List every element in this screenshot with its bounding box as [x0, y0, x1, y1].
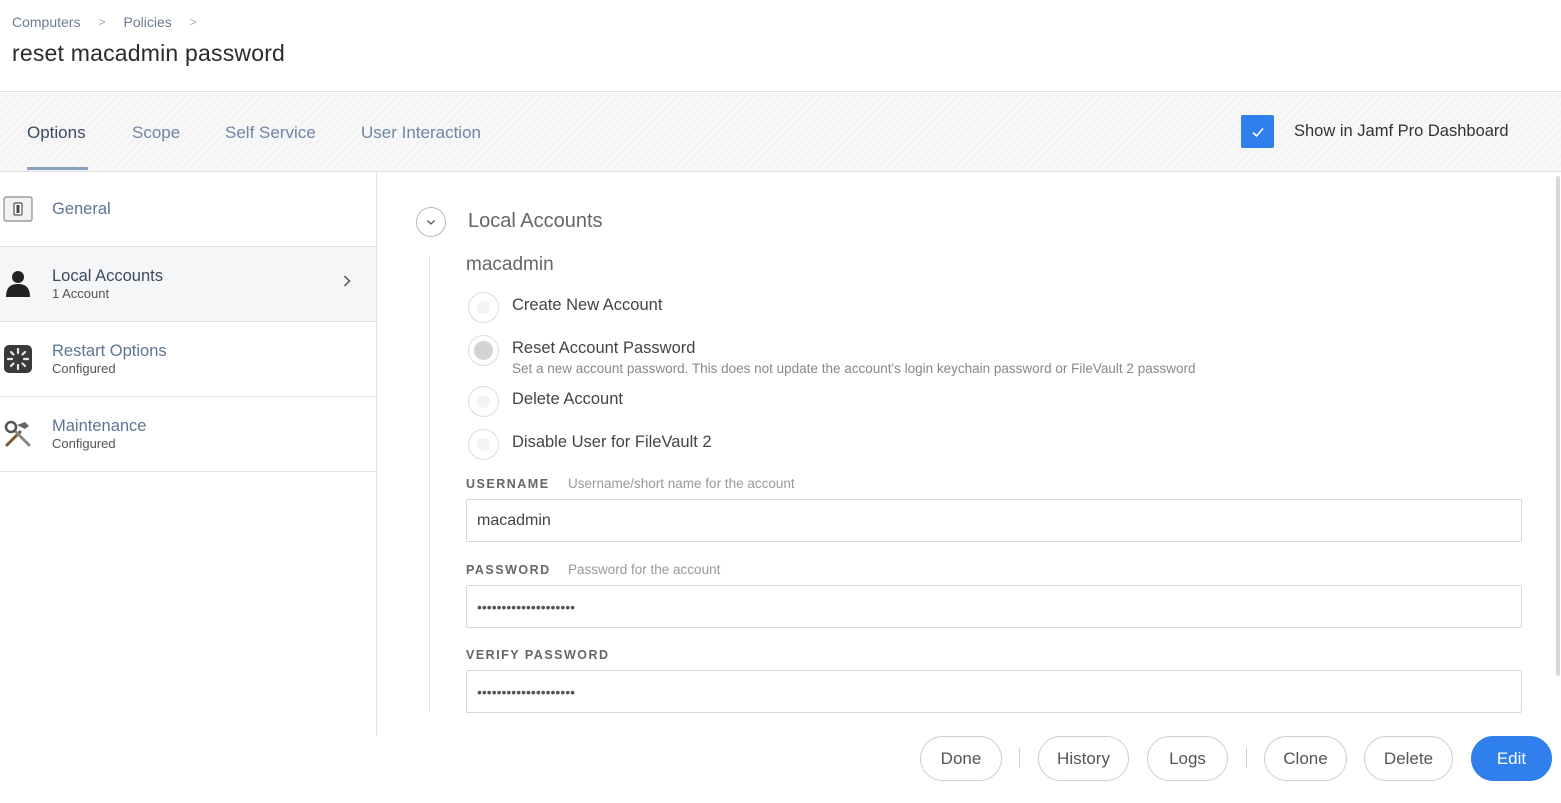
- radio-label[interactable]: Reset Account Password: [512, 339, 695, 358]
- sidebar-item-label: Restart Options: [52, 342, 167, 360]
- footer-action-bar: Done History Logs Clone Delete Edit: [0, 736, 1561, 803]
- chevron-right-icon: [343, 275, 351, 287]
- radio-button[interactable]: [468, 335, 499, 366]
- sidebar-item-general[interactable]: General: [0, 172, 376, 247]
- password-label: PASSWORD: [466, 563, 551, 577]
- sidebar-item-maintenance[interactable]: Maintenance Configured: [0, 397, 376, 472]
- chevron-down-icon: [427, 220, 435, 225]
- tab-bar: Options Scope Self Service User Interact…: [0, 93, 1561, 172]
- history-button[interactable]: History: [1038, 736, 1129, 781]
- logs-button[interactable]: Logs: [1147, 736, 1228, 781]
- tools-icon: [4, 420, 31, 447]
- page-header: Computers > Policies > reset macadmin pa…: [0, 0, 1561, 92]
- dashboard-checkbox[interactable]: [1241, 115, 1274, 148]
- username-label: USERNAME: [466, 477, 550, 491]
- collapse-section-button[interactable]: [416, 207, 446, 237]
- checkmark-icon: [1251, 127, 1264, 137]
- verify-password-value: ••••••••••••••••••••: [477, 683, 576, 700]
- password-hint: Password for the account: [568, 562, 721, 577]
- tab-scope[interactable]: Scope: [132, 123, 180, 143]
- tab-options[interactable]: Options: [27, 123, 86, 143]
- account-name: macadmin: [466, 254, 554, 275]
- sidebar-item-label: General: [52, 200, 111, 218]
- button-separator: [1246, 748, 1247, 768]
- dashboard-checkbox-label[interactable]: Show in Jamf Pro Dashboard: [1294, 122, 1509, 141]
- username-input[interactable]: macadmin: [466, 499, 1522, 542]
- edit-button[interactable]: Edit: [1471, 736, 1552, 781]
- breadcrumb-computers[interactable]: Computers: [12, 14, 80, 30]
- sidebar-item-subtitle: 1 Account: [52, 286, 110, 301]
- sidebar-item-label: Maintenance: [52, 417, 147, 435]
- user-icon: [6, 271, 30, 297]
- radio-button[interactable]: [468, 429, 499, 460]
- radio-label[interactable]: Delete Account: [512, 390, 623, 409]
- switch-icon: [3, 196, 33, 222]
- sidebar-item-subtitle: Configured: [52, 361, 116, 376]
- breadcrumb-policies[interactable]: Policies: [123, 14, 171, 30]
- sidebar-item-label: Local Accounts: [52, 267, 163, 285]
- page-title: reset macadmin password: [12, 40, 286, 66]
- sidebar-item-local-accounts[interactable]: Local Accounts 1 Account: [0, 247, 376, 322]
- breadcrumb-separator: >: [98, 15, 106, 29]
- done-button[interactable]: Done: [920, 736, 1002, 781]
- verify-password-label: VERIFY PASSWORD: [466, 648, 610, 662]
- radio-button[interactable]: [468, 386, 499, 417]
- sidebar-item-restart-options[interactable]: Restart Options Configured: [0, 322, 376, 397]
- restart-icon: [4, 345, 32, 373]
- verify-password-input[interactable]: ••••••••••••••••••••: [466, 670, 1522, 713]
- username-value: macadmin: [477, 511, 551, 529]
- active-tab-indicator: [27, 167, 88, 170]
- password-input[interactable]: ••••••••••••••••••••: [466, 585, 1522, 628]
- tab-user-interaction[interactable]: User Interaction: [361, 123, 481, 143]
- radio-description: Set a new account password. This does no…: [512, 361, 1196, 376]
- tab-self-service[interactable]: Self Service: [225, 123, 316, 143]
- delete-button[interactable]: Delete: [1364, 736, 1453, 781]
- main-scrollbar[interactable]: [1556, 176, 1560, 676]
- username-hint: Username/short name for the account: [568, 476, 795, 491]
- radio-button[interactable]: [468, 292, 499, 323]
- radio-label[interactable]: Create New Account: [512, 296, 662, 315]
- radio-label[interactable]: Disable User for FileVault 2: [512, 433, 712, 452]
- main-panel: Local Accounts macadmin Create New Accou…: [378, 172, 1558, 736]
- section-title: Local Accounts: [468, 210, 603, 232]
- breadcrumb: Computers > Policies >: [12, 14, 215, 30]
- sidebar-item-subtitle: Configured: [52, 436, 116, 451]
- sidebar: General Local Accounts 1 Account Restart…: [0, 172, 377, 736]
- clone-button[interactable]: Clone: [1264, 736, 1347, 781]
- button-separator: [1019, 748, 1020, 768]
- breadcrumb-separator: >: [189, 15, 197, 29]
- password-value: ••••••••••••••••••••: [477, 598, 576, 615]
- section-divider: [429, 256, 430, 712]
